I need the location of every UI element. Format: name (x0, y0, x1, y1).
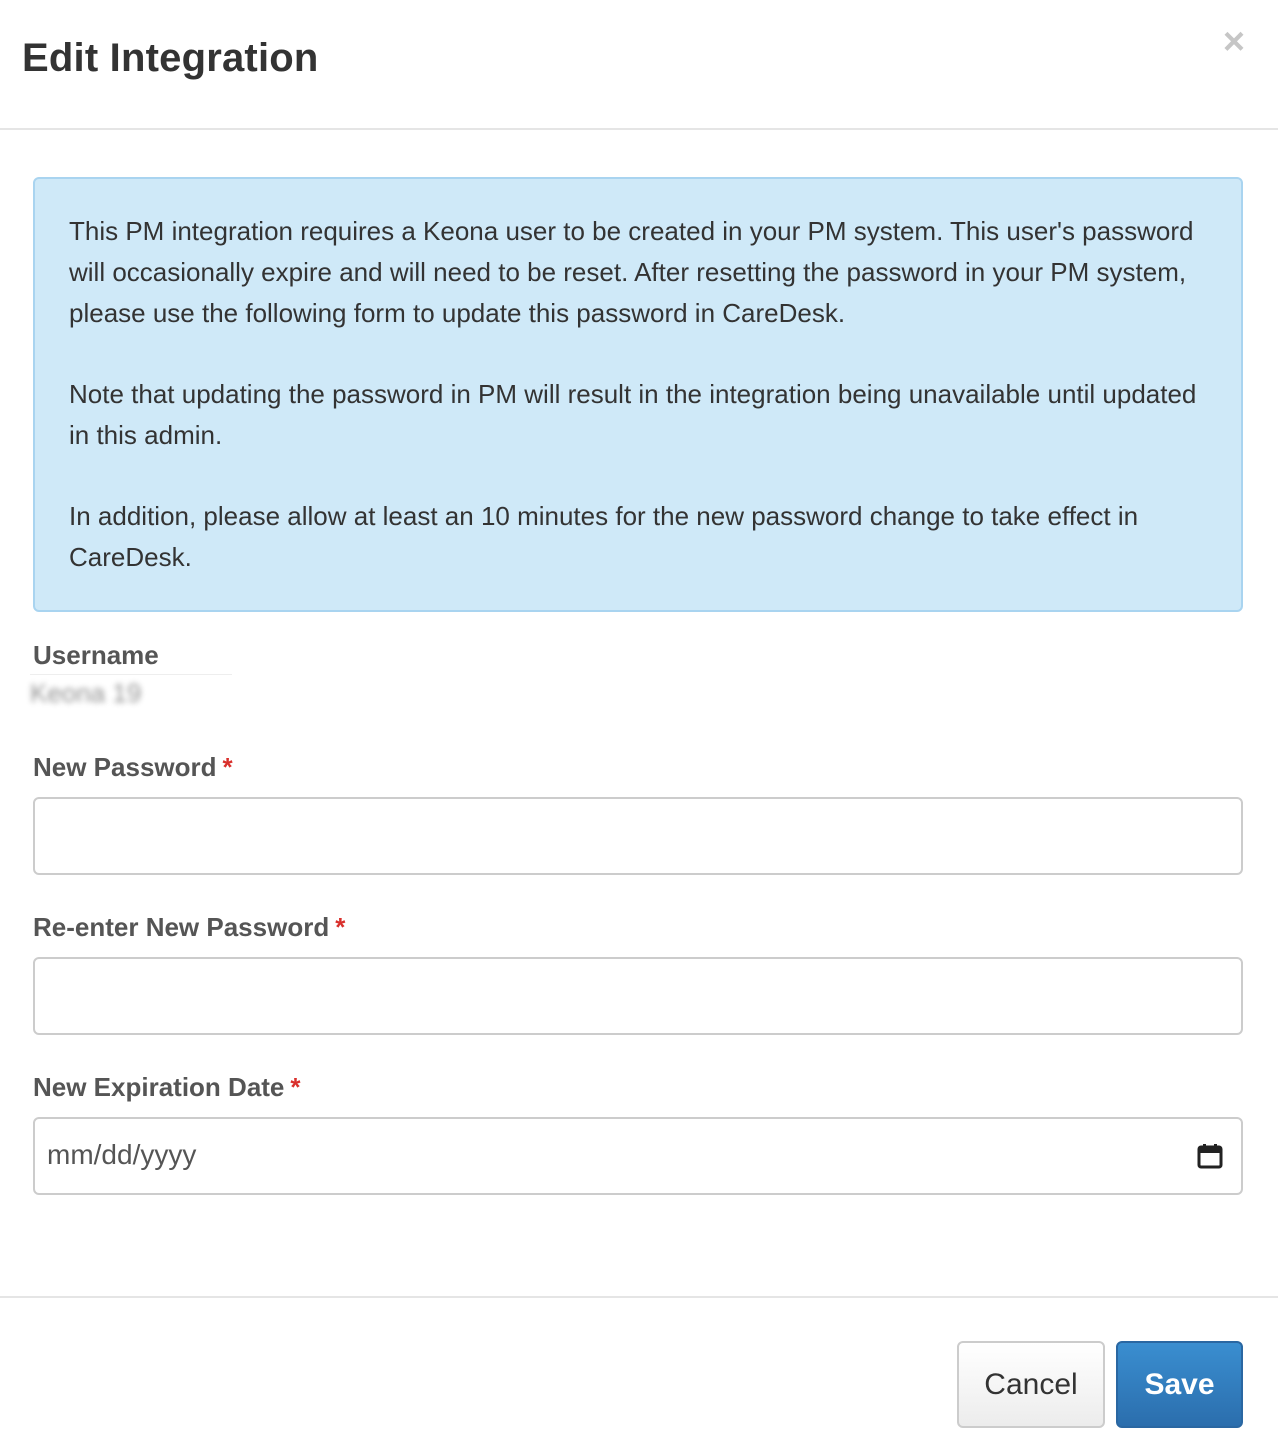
edit-integration-modal: Edit Integration × This PM integration r… (0, 0, 1278, 1452)
reenter-password-label: Re-enter New Password * (33, 912, 345, 943)
required-mark: * (335, 912, 346, 942)
required-mark: * (222, 752, 233, 782)
info-alert: This PM integration requires a Keona use… (33, 177, 1243, 612)
new-password-input[interactable] (33, 797, 1243, 875)
username-divider (30, 674, 232, 675)
username-label: Username (33, 640, 159, 670)
new-password-label-text: New Password (33, 752, 217, 782)
required-mark: * (290, 1072, 301, 1102)
modal-title: Edit Integration (22, 36, 319, 80)
modal-header: Edit Integration × (0, 0, 1278, 130)
calendar-icon[interactable] (1197, 1143, 1223, 1169)
alert-paragraph-requirement: This PM integration requires a Keona use… (69, 216, 1194, 328)
new-password-label: New Password * (33, 752, 233, 783)
close-icon[interactable]: × (1216, 22, 1252, 62)
alert-paragraph-delay: In addition, please allow at least an 10… (69, 501, 1139, 572)
reenter-password-input[interactable] (33, 957, 1243, 1035)
cancel-button[interactable]: Cancel (957, 1341, 1105, 1428)
expiration-date-input[interactable]: mm/dd/yyyy (33, 1117, 1243, 1195)
expiration-date-label: New Expiration Date * (33, 1072, 301, 1103)
username-value: Keona 19 (30, 678, 142, 708)
reenter-password-label-text: Re-enter New Password (33, 912, 330, 942)
date-placeholder: mm/dd/yyyy (47, 1139, 197, 1170)
alert-paragraph-note: Note that updating the password in PM wi… (69, 379, 1197, 450)
save-button[interactable]: Save (1116, 1341, 1243, 1428)
expiration-date-label-text: New Expiration Date (33, 1072, 285, 1102)
